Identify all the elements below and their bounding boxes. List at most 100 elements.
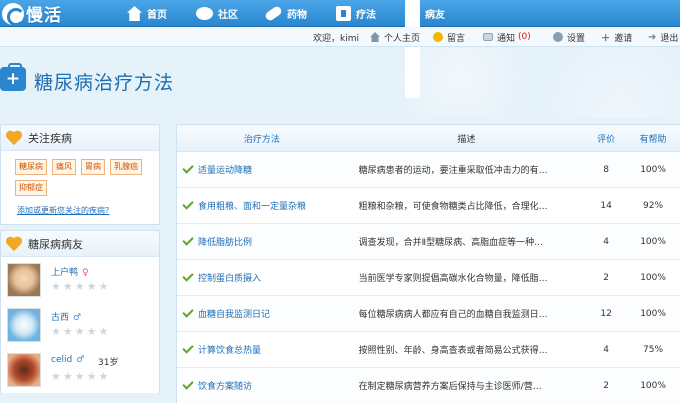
friend-item: 上户鸭 ♀ ★ ★ ★ ★ ★ [1, 257, 159, 302]
star-icon: ★ [62, 280, 73, 293]
logo-text: 慢活 [26, 6, 62, 26]
friend-name[interactable]: 上户鸭 [51, 268, 78, 278]
check-icon [182, 162, 194, 174]
description-cell: 粗粮和杂粮，可使食物糖类占比降低，合理化… [358, 202, 548, 212]
table-row: 饮食方案随访 在制定糖尿病营养方案后保持与主诊医师/营… 2 100% [177, 368, 680, 403]
nav-medicine[interactable]: 药物 [263, 0, 307, 27]
nav-community[interactable]: 社区 [196, 0, 238, 27]
method-cell: 食用粗粮、面和一定量杂粮 [177, 198, 347, 212]
invite-link[interactable]: + 邀请 [601, 27, 632, 47]
check-icon [182, 378, 194, 390]
friend-name[interactable]: celid [51, 355, 72, 365]
table-row: 降低脂肪比例 调查发现，合并Ⅱ型糖尿病、高脂血症等一种… 4 100% [177, 224, 680, 260]
notify-count: (0) [518, 32, 531, 42]
helpful-cell: 100% [640, 308, 666, 319]
rating-stars: ★ ★ ★ ★ ★ [51, 371, 108, 382]
sidebar: 关注疾病 糖尿病 痛风 胃病 乳腺癌 抑郁症 添加或更新您关注的疾病? 糖尿病病… [0, 124, 160, 403]
nav-patients[interactable]: 病友 [405, 0, 445, 98]
nav-therapy[interactable]: 疗法 [336, 0, 376, 27]
table-row: 血糖自我监测日记 每位糖尿病病人都应有自己的血糖自我监测日… 12 100% [177, 296, 680, 332]
method-cell: 控制蛋白质摄入 [177, 270, 347, 284]
patient-friends-header: 糖尿病病友 [1, 231, 159, 257]
patient-friends-panel: 糖尿病病友 上户鸭 ♀ ★ ★ ★ ★ ★ 古西 ♂ ★ ★ ★ ★ ★ cel… [0, 230, 160, 393]
notify-link[interactable]: 通知 (0) [483, 27, 531, 47]
table-row: 控制蛋白质摄入 当前医学专家则提倡高碳水化合物量，降低脂… 2 100% [177, 260, 680, 296]
page-header: 糖尿病治疗方法 [0, 48, 680, 118]
method-link[interactable]: 食用粗粮、面和一定量杂粮 [198, 199, 306, 212]
disease-tag[interactable]: 抑郁症 [15, 180, 47, 196]
method-cell: 血糖自我监测日记 [177, 306, 347, 320]
friend-age: 31岁 [98, 358, 119, 368]
star-icon: ★ [98, 325, 109, 338]
header-method[interactable]: 治疗方法 [177, 132, 347, 145]
disease-tag[interactable]: 糖尿病 [15, 159, 47, 175]
nav-home[interactable]: 首页 [127, 0, 167, 27]
settings-label: 设置 [567, 33, 586, 44]
rating-cell: 12 [600, 308, 612, 319]
method-link[interactable]: 计算饮食总热量 [198, 343, 261, 356]
logo-icon [2, 2, 25, 26]
check-icon [182, 270, 194, 282]
therapy-table: 治疗方法 描述 评价 有帮助 适量运动降糖 糖尿病患者的运动，要注重采取低冲击力… [176, 124, 680, 403]
star-icon: ★ [74, 325, 85, 338]
plus-icon: + [601, 30, 611, 44]
table-row: 计算饮食总热量 按照性别、年龄、身高查表或者简易公式获得… 4 75% [177, 332, 680, 368]
friend-name[interactable]: 古西 [51, 313, 69, 323]
profile-label: 个人主页 [384, 33, 421, 44]
rating-cell: 2 [603, 380, 610, 391]
header-helpful[interactable]: 有帮助 [626, 132, 680, 145]
table-row: 食用粗粮、面和一定量杂粮 粗粮和杂粮，可使食物糖类占比降低，合理化… 14 92… [177, 188, 680, 224]
friend-item: celid ♂ 31岁 ★ ★ ★ ★ ★ [1, 347, 159, 392]
logout-link[interactable]: ➜ 退出 [648, 27, 678, 47]
method-link[interactable]: 控制蛋白质摄入 [198, 271, 261, 284]
message-icon [433, 32, 443, 42]
method-cell: 适量运动降糖 [177, 162, 347, 176]
header-rating[interactable]: 评价 [586, 132, 626, 145]
star-icon: ★ [62, 325, 73, 338]
male-icon: ♂ [76, 355, 85, 365]
check-icon [182, 198, 194, 210]
avatar[interactable] [7, 308, 41, 342]
notify-label: 通知 [497, 33, 516, 44]
site-logo[interactable]: 慢活 [2, 2, 62, 26]
followed-diseases-panel: 关注疾病 糖尿病 痛风 胃病 乳腺癌 抑郁症 添加或更新您关注的疾病? [0, 124, 160, 225]
chat-icon [196, 7, 213, 20]
welcome-text: 欢迎，kimi [313, 33, 359, 44]
star-icon: ★ [86, 370, 97, 383]
disease-tag[interactable]: 乳腺癌 [110, 159, 142, 175]
avatar[interactable] [7, 263, 41, 297]
star-icon: ★ [74, 370, 85, 383]
rating-cell: 14 [600, 200, 612, 211]
heart-icon [5, 236, 23, 251]
top-navigation-bar: 慢活 首页 社区 药物 疗法 病友 [0, 0, 680, 98]
female-icon: ♀ [82, 268, 89, 278]
followed-diseases-title: 关注疾病 [28, 131, 72, 145]
rating-cell: 2 [603, 272, 610, 283]
method-cell: 计算饮食总热量 [177, 342, 347, 356]
method-cell: 饮食方案随访 [177, 378, 347, 392]
method-link[interactable]: 适量运动降糖 [198, 163, 252, 176]
profile-link[interactable]: 个人主页 [370, 27, 420, 47]
medkit-icon [336, 6, 351, 21]
star-icon: ★ [98, 370, 109, 383]
message-link[interactable]: 留言 [433, 27, 465, 47]
friend-item: 古西 ♂ ★ ★ ★ ★ ★ [1, 302, 159, 347]
method-link[interactable]: 血糖自我监测日记 [198, 307, 270, 320]
nav-community-label: 社区 [218, 10, 238, 21]
mail-icon [483, 33, 493, 41]
star-icon: ★ [62, 370, 73, 383]
star-icon: ★ [98, 280, 109, 293]
disease-tag[interactable]: 痛风 [52, 159, 76, 175]
nav-patients-label: 病友 [425, 10, 445, 21]
helpful-cell: 100% [640, 272, 666, 283]
avatar[interactable] [7, 353, 41, 387]
settings-link[interactable]: 设置 [553, 27, 585, 47]
disease-tag[interactable]: 胃病 [81, 159, 105, 175]
method-link[interactable]: 降低脂肪比例 [198, 235, 252, 248]
header-description: 描述 [457, 134, 476, 145]
method-link[interactable]: 饮食方案随访 [198, 379, 252, 392]
helpful-cell: 100% [640, 236, 666, 247]
rating-cell: 4 [603, 236, 610, 247]
update-diseases-link[interactable]: 添加或更新您关注的疾病? [17, 205, 159, 224]
method-cell: 降低脂肪比例 [177, 234, 347, 248]
